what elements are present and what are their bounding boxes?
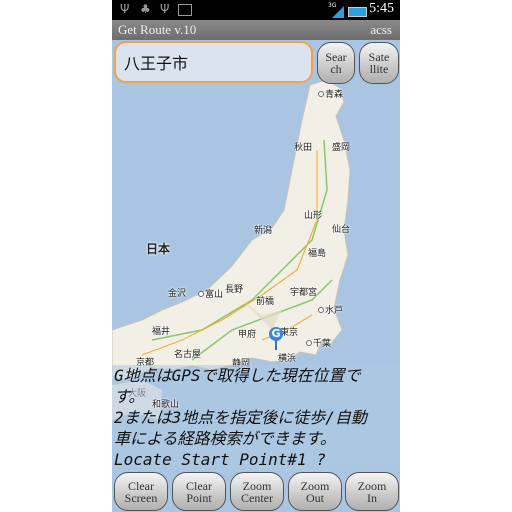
button-label: Screen bbox=[124, 490, 158, 505]
map-label-text: 福井 bbox=[152, 327, 171, 337]
map-label-text: 青森 bbox=[325, 90, 344, 100]
button-label: Zoom bbox=[357, 478, 387, 493]
satellite-button[interactable]: Sate llite bbox=[359, 42, 399, 84]
search-button[interactable]: Sear ch bbox=[317, 42, 355, 84]
map-label: 仙台 bbox=[332, 222, 350, 235]
map-label-text: 和歌山 bbox=[152, 400, 180, 410]
map-label-text: 長野 bbox=[225, 285, 244, 295]
map-label: 前橋 bbox=[256, 294, 274, 307]
zoom-in-button[interactable]: Zoom In bbox=[345, 472, 399, 511]
map-label: 福島 bbox=[308, 246, 326, 259]
map-label-text: 新潟 bbox=[254, 226, 273, 236]
usb-icon: Ψ bbox=[120, 2, 130, 16]
map-label: 甲府 bbox=[238, 327, 256, 340]
message-text: G地点はGPSで取得した現在位置で す。 2または3地点を指定後に徒歩/自動 車… bbox=[112, 365, 400, 471]
map-label-text: 千葉 bbox=[313, 339, 332, 349]
button-label: ch bbox=[330, 62, 342, 76]
map-label-text: 福島 bbox=[308, 249, 327, 259]
zoom-center-button[interactable]: Zoom Center bbox=[230, 472, 284, 511]
map-label: 水戸 bbox=[318, 303, 343, 316]
map-label-text: 金沢 bbox=[168, 289, 187, 299]
map-label: 千葉 bbox=[306, 336, 331, 349]
map-label-text: 横浜 bbox=[278, 354, 297, 364]
title-right-text: acss bbox=[370, 22, 392, 37]
clear-point-button[interactable]: Clear Point bbox=[172, 472, 226, 511]
map-label: 盛岡 bbox=[332, 140, 350, 153]
button-label: In bbox=[366, 490, 377, 505]
map-label: 金沢 bbox=[168, 286, 186, 299]
button-label: Center bbox=[241, 490, 273, 505]
marker-label: G bbox=[271, 327, 281, 340]
status-bar: Ψ ♣ Ψ 3G 5:45 bbox=[112, 0, 400, 20]
clear-screen-button[interactable]: Clear Screen bbox=[114, 472, 168, 511]
map-label-text: 名古屋 bbox=[174, 350, 202, 360]
map-label-text: 甲府 bbox=[238, 330, 257, 340]
title-bar: Get Route v.10 acss bbox=[112, 20, 400, 40]
map-label-text: 盛岡 bbox=[332, 143, 351, 153]
zoom-out-button[interactable]: Zoom Out bbox=[288, 472, 342, 511]
map-label: 宇都宮 bbox=[290, 285, 317, 298]
map-label: 長野 bbox=[225, 282, 243, 295]
map-label: 新潟 bbox=[254, 223, 272, 236]
button-label: Zoom bbox=[300, 478, 330, 493]
button-label: Point bbox=[186, 490, 212, 505]
map-label-text: 日本 bbox=[146, 242, 171, 256]
signal-icon bbox=[332, 6, 344, 18]
map-label-text: 仙台 bbox=[332, 225, 351, 235]
message-line: 2または3地点を指定後に徒歩/自動 bbox=[114, 408, 367, 427]
map-label-text: 前橋 bbox=[256, 297, 275, 307]
marker-pin bbox=[275, 340, 277, 350]
button-label: llite bbox=[369, 62, 389, 76]
message-line: 車による経路検索ができます。 bbox=[114, 429, 336, 448]
bottom-toolbar: Clear Screen Clear Point Zoom Center Zoom Ou… bbox=[112, 471, 400, 512]
usb-icon: Ψ bbox=[160, 2, 170, 16]
map-label: 青森 bbox=[318, 87, 343, 100]
button-label: Clear bbox=[186, 478, 212, 493]
prompt-line: Locate Start Point#1 ? bbox=[114, 450, 326, 469]
app-title: Get Route v.10 bbox=[118, 22, 197, 37]
map-label: 富山 bbox=[198, 287, 223, 300]
search-input[interactable]: 八王子市 bbox=[114, 41, 313, 83]
image-icon bbox=[178, 4, 192, 16]
button-label: Clear bbox=[128, 478, 154, 493]
message-line: G地点はGPSで取得した現在位置で bbox=[114, 366, 361, 385]
map-label: 横浜 bbox=[278, 351, 296, 364]
map-label: 福井 bbox=[152, 324, 170, 337]
map-label: 和歌山 bbox=[152, 397, 179, 410]
clock: 5:45 bbox=[369, 1, 394, 16]
button-label: Zoom bbox=[242, 478, 272, 493]
gps-marker-icon[interactable]: G bbox=[269, 327, 283, 341]
map-label: 秋田 bbox=[294, 140, 312, 153]
map-label-text: 富山 bbox=[205, 290, 224, 300]
map-label-text: 水戸 bbox=[325, 306, 344, 316]
map-label-text: 山形 bbox=[304, 211, 323, 221]
map-label-country: 日本 bbox=[146, 240, 170, 257]
map-label: 名古屋 bbox=[174, 347, 201, 360]
button-label: Out bbox=[305, 490, 324, 505]
map-label: 山形 bbox=[304, 208, 322, 221]
android-icon: ♣ bbox=[140, 2, 151, 16]
phone-screen: 青森 秋田 盛岡 山形 仙台 新潟 日本 福島 金沢 富山 長野 前橋 宇都宮 … bbox=[112, 0, 400, 512]
map-label-text: 秋田 bbox=[294, 143, 313, 153]
map-label-text: 宇都宮 bbox=[290, 288, 318, 298]
battery-icon bbox=[348, 7, 367, 17]
